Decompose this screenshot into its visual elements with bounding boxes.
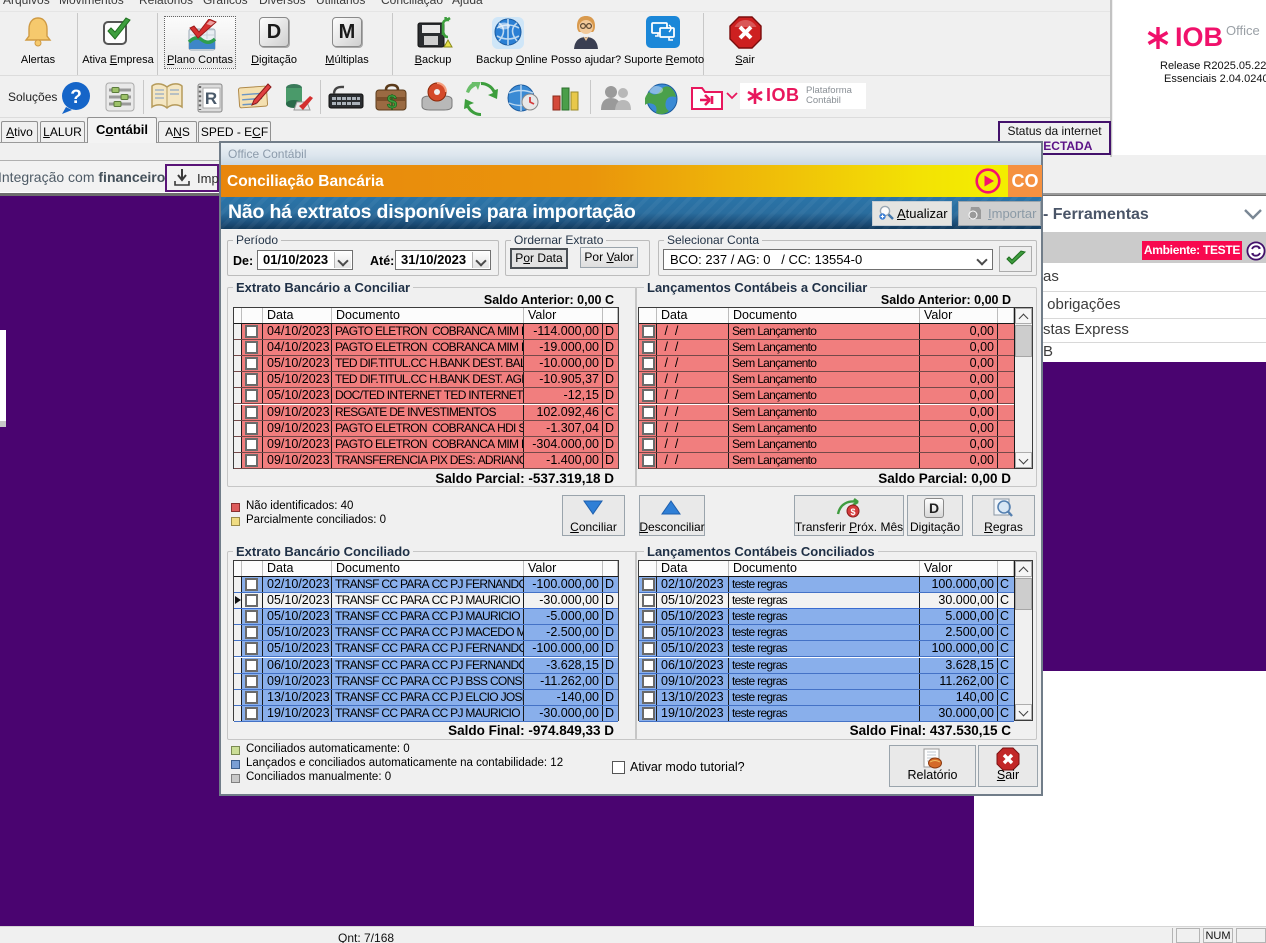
- svg-text:?: ?: [70, 87, 82, 108]
- svg-text:$: $: [850, 507, 855, 517]
- svg-text:R: R: [205, 89, 217, 108]
- svg-text:$: $: [387, 92, 397, 112]
